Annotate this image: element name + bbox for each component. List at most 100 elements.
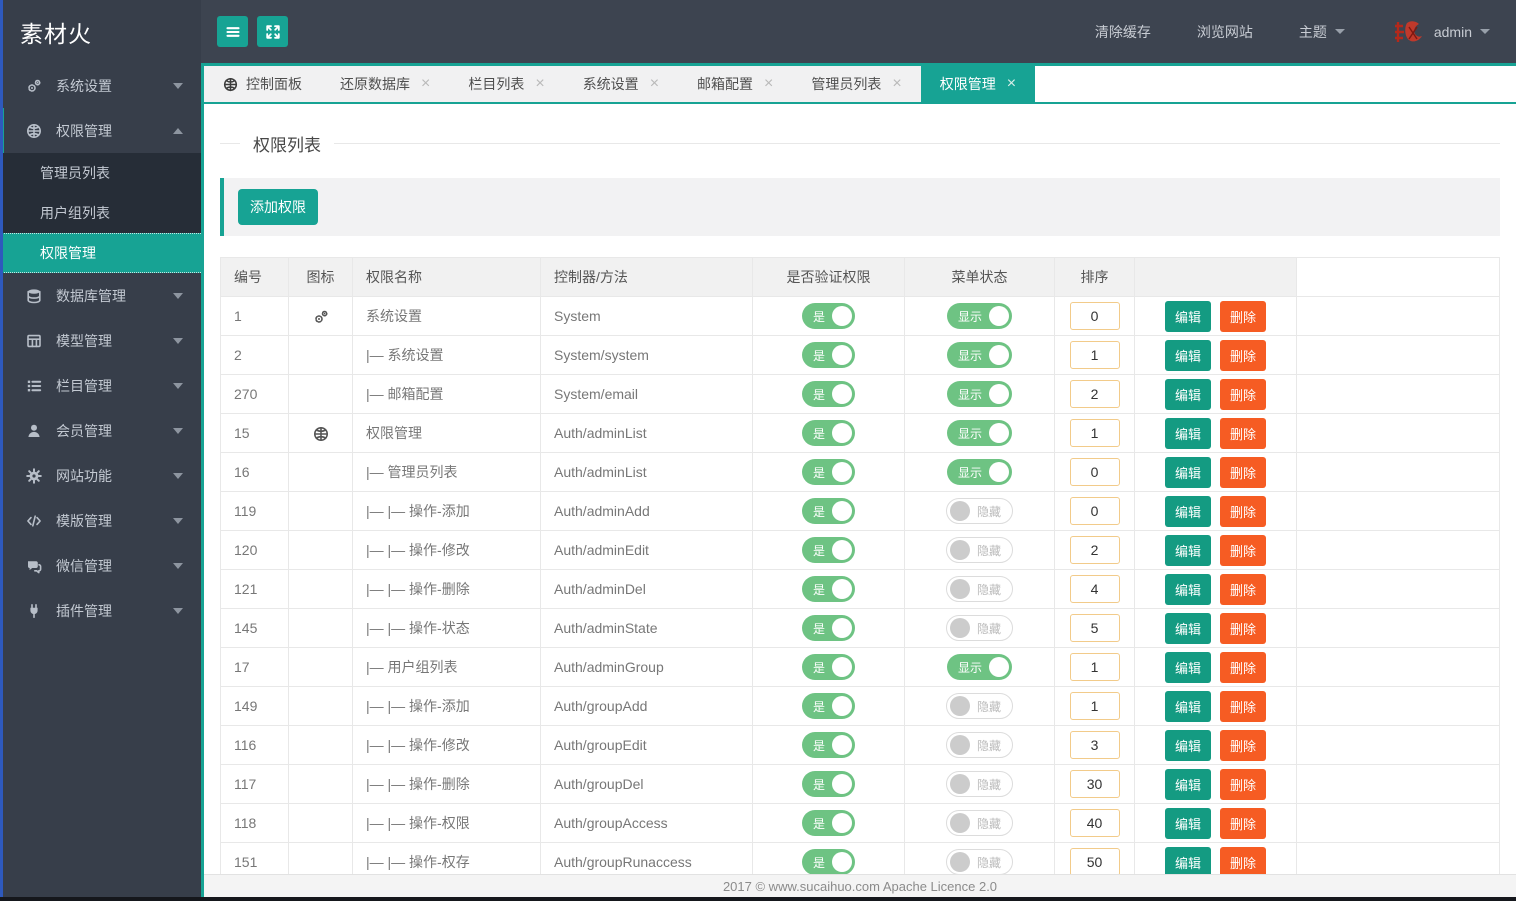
menu-state-toggle[interactable]: 显示 bbox=[946, 654, 1012, 680]
sort-input[interactable] bbox=[1069, 731, 1120, 759]
edit-button[interactable]: 编辑 bbox=[1164, 690, 1211, 722]
verify-toggle[interactable]: 是 bbox=[801, 849, 855, 874]
menu-state-toggle[interactable]: 显示 bbox=[946, 303, 1012, 329]
menu-state-toggle[interactable]: 隐藏 bbox=[945, 576, 1013, 602]
close-icon[interactable]: × bbox=[650, 76, 659, 92]
sidebar-item[interactable]: 数据库管理 bbox=[0, 273, 201, 318]
delete-button[interactable]: 删除 bbox=[1220, 690, 1267, 722]
sidebar-item[interactable]: 权限管理 bbox=[0, 108, 201, 153]
sort-input[interactable] bbox=[1069, 692, 1120, 720]
delete-button[interactable]: 删除 bbox=[1220, 378, 1267, 410]
delete-button[interactable]: 删除 bbox=[1220, 573, 1267, 605]
delete-button[interactable]: 删除 bbox=[1220, 300, 1267, 332]
delete-button[interactable]: 删除 bbox=[1220, 651, 1267, 683]
sort-input[interactable] bbox=[1069, 497, 1120, 525]
browse-site-link[interactable]: 浏览网站 bbox=[1197, 22, 1253, 42]
verify-toggle[interactable]: 是 bbox=[801, 342, 855, 368]
delete-button[interactable]: 删除 bbox=[1220, 495, 1267, 527]
sidebar-item[interactable]: 插件管理 bbox=[0, 588, 201, 633]
delete-button[interactable]: 删除 bbox=[1220, 612, 1267, 644]
menu-state-toggle[interactable]: 隐藏 bbox=[945, 693, 1013, 719]
sidebar-item[interactable]: 栏目管理 bbox=[0, 363, 201, 408]
menu-state-toggle[interactable]: 显示 bbox=[946, 420, 1012, 446]
delete-button[interactable]: 删除 bbox=[1220, 846, 1267, 874]
sort-input[interactable] bbox=[1069, 653, 1120, 681]
sort-input[interactable] bbox=[1069, 770, 1120, 798]
tab[interactable]: 栏目列表 × bbox=[449, 66, 564, 102]
tab[interactable]: 邮箱配置 × bbox=[678, 66, 793, 102]
edit-button[interactable]: 编辑 bbox=[1164, 495, 1211, 527]
edit-button[interactable]: 编辑 bbox=[1164, 612, 1211, 644]
menu-state-toggle[interactable]: 隐藏 bbox=[945, 771, 1013, 797]
close-icon[interactable]: × bbox=[892, 76, 901, 92]
sidebar-subitem[interactable]: 管理员列表 bbox=[0, 153, 201, 193]
user-menu[interactable]: admin bbox=[1434, 24, 1490, 40]
sort-input[interactable] bbox=[1069, 380, 1120, 408]
verify-toggle[interactable]: 是 bbox=[801, 693, 855, 719]
edit-button[interactable]: 编辑 bbox=[1164, 573, 1211, 605]
tab[interactable]: 控制面板 bbox=[204, 66, 321, 102]
verify-toggle[interactable]: 是 bbox=[801, 771, 855, 797]
sort-input[interactable] bbox=[1069, 575, 1120, 603]
sidebar-item[interactable]: 会员管理 bbox=[0, 408, 201, 453]
edit-button[interactable]: 编辑 bbox=[1164, 846, 1211, 874]
delete-button[interactable]: 删除 bbox=[1220, 456, 1267, 488]
sort-input[interactable] bbox=[1069, 536, 1120, 564]
sidebar-subitem[interactable]: 用户组列表 bbox=[0, 193, 201, 233]
brand-logo[interactable]: 素材火 bbox=[0, 0, 201, 63]
delete-button[interactable]: 删除 bbox=[1220, 768, 1267, 800]
sort-input[interactable] bbox=[1069, 458, 1120, 486]
tab[interactable]: 权限管理 × bbox=[920, 66, 1036, 102]
sort-input[interactable] bbox=[1069, 419, 1120, 447]
edit-button[interactable]: 编辑 bbox=[1164, 807, 1211, 839]
close-icon[interactable]: × bbox=[1007, 76, 1016, 92]
delete-button[interactable]: 删除 bbox=[1220, 534, 1267, 566]
sidebar-item[interactable]: 模版管理 bbox=[0, 498, 201, 543]
delete-button[interactable]: 删除 bbox=[1220, 807, 1267, 839]
menu-state-toggle[interactable]: 显示 bbox=[946, 342, 1012, 368]
verify-toggle[interactable]: 是 bbox=[801, 810, 855, 836]
edit-button[interactable]: 编辑 bbox=[1164, 378, 1211, 410]
menu-state-toggle[interactable]: 隐藏 bbox=[945, 810, 1013, 836]
verify-toggle[interactable]: 是 bbox=[801, 303, 855, 329]
verify-toggle[interactable]: 是 bbox=[801, 381, 855, 407]
sidebar-item[interactable]: 系统设置 bbox=[0, 63, 201, 108]
edit-button[interactable]: 编辑 bbox=[1164, 300, 1211, 332]
sidebar-subitem[interactable]: 权限管理 bbox=[0, 233, 201, 273]
verify-toggle[interactable]: 是 bbox=[801, 576, 855, 602]
menu-state-toggle[interactable]: 隐藏 bbox=[945, 732, 1013, 758]
verify-toggle[interactable]: 是 bbox=[801, 420, 855, 446]
sort-input[interactable] bbox=[1069, 302, 1120, 330]
edit-button[interactable]: 编辑 bbox=[1164, 417, 1211, 449]
edit-button[interactable]: 编辑 bbox=[1164, 729, 1211, 761]
delete-button[interactable]: 删除 bbox=[1220, 417, 1267, 449]
delete-button[interactable]: 删除 bbox=[1220, 339, 1267, 371]
verify-toggle[interactable]: 是 bbox=[801, 537, 855, 563]
avatar[interactable] bbox=[1391, 18, 1425, 46]
edit-button[interactable]: 编辑 bbox=[1164, 768, 1211, 800]
fullscreen-button[interactable] bbox=[257, 16, 288, 47]
sidebar-toggle-button[interactable] bbox=[217, 16, 248, 47]
add-permission-button[interactable]: 添加权限 bbox=[238, 189, 318, 225]
menu-state-toggle[interactable]: 隐藏 bbox=[945, 537, 1013, 563]
verify-toggle[interactable]: 是 bbox=[801, 498, 855, 524]
tab[interactable]: 管理员列表 × bbox=[792, 66, 921, 102]
delete-button[interactable]: 删除 bbox=[1220, 729, 1267, 761]
menu-state-toggle[interactable]: 隐藏 bbox=[945, 615, 1013, 641]
verify-toggle[interactable]: 是 bbox=[801, 459, 855, 485]
verify-toggle[interactable]: 是 bbox=[801, 615, 855, 641]
close-icon[interactable]: × bbox=[535, 76, 544, 92]
sidebar-item[interactable]: 微信管理 bbox=[0, 543, 201, 588]
tab[interactable]: 系统设置 × bbox=[563, 66, 679, 102]
sort-input[interactable] bbox=[1069, 848, 1120, 874]
menu-state-toggle[interactable]: 显示 bbox=[946, 381, 1012, 407]
menu-state-toggle[interactable]: 隐藏 bbox=[945, 498, 1013, 524]
sort-input[interactable] bbox=[1069, 341, 1120, 369]
edit-button[interactable]: 编辑 bbox=[1164, 456, 1211, 488]
sort-input[interactable] bbox=[1069, 614, 1120, 642]
theme-menu[interactable]: 主题 bbox=[1299, 22, 1345, 42]
menu-state-toggle[interactable]: 隐藏 bbox=[945, 849, 1013, 874]
edit-button[interactable]: 编辑 bbox=[1164, 534, 1211, 566]
close-icon[interactable]: × bbox=[421, 76, 430, 92]
sort-input[interactable] bbox=[1069, 809, 1120, 837]
